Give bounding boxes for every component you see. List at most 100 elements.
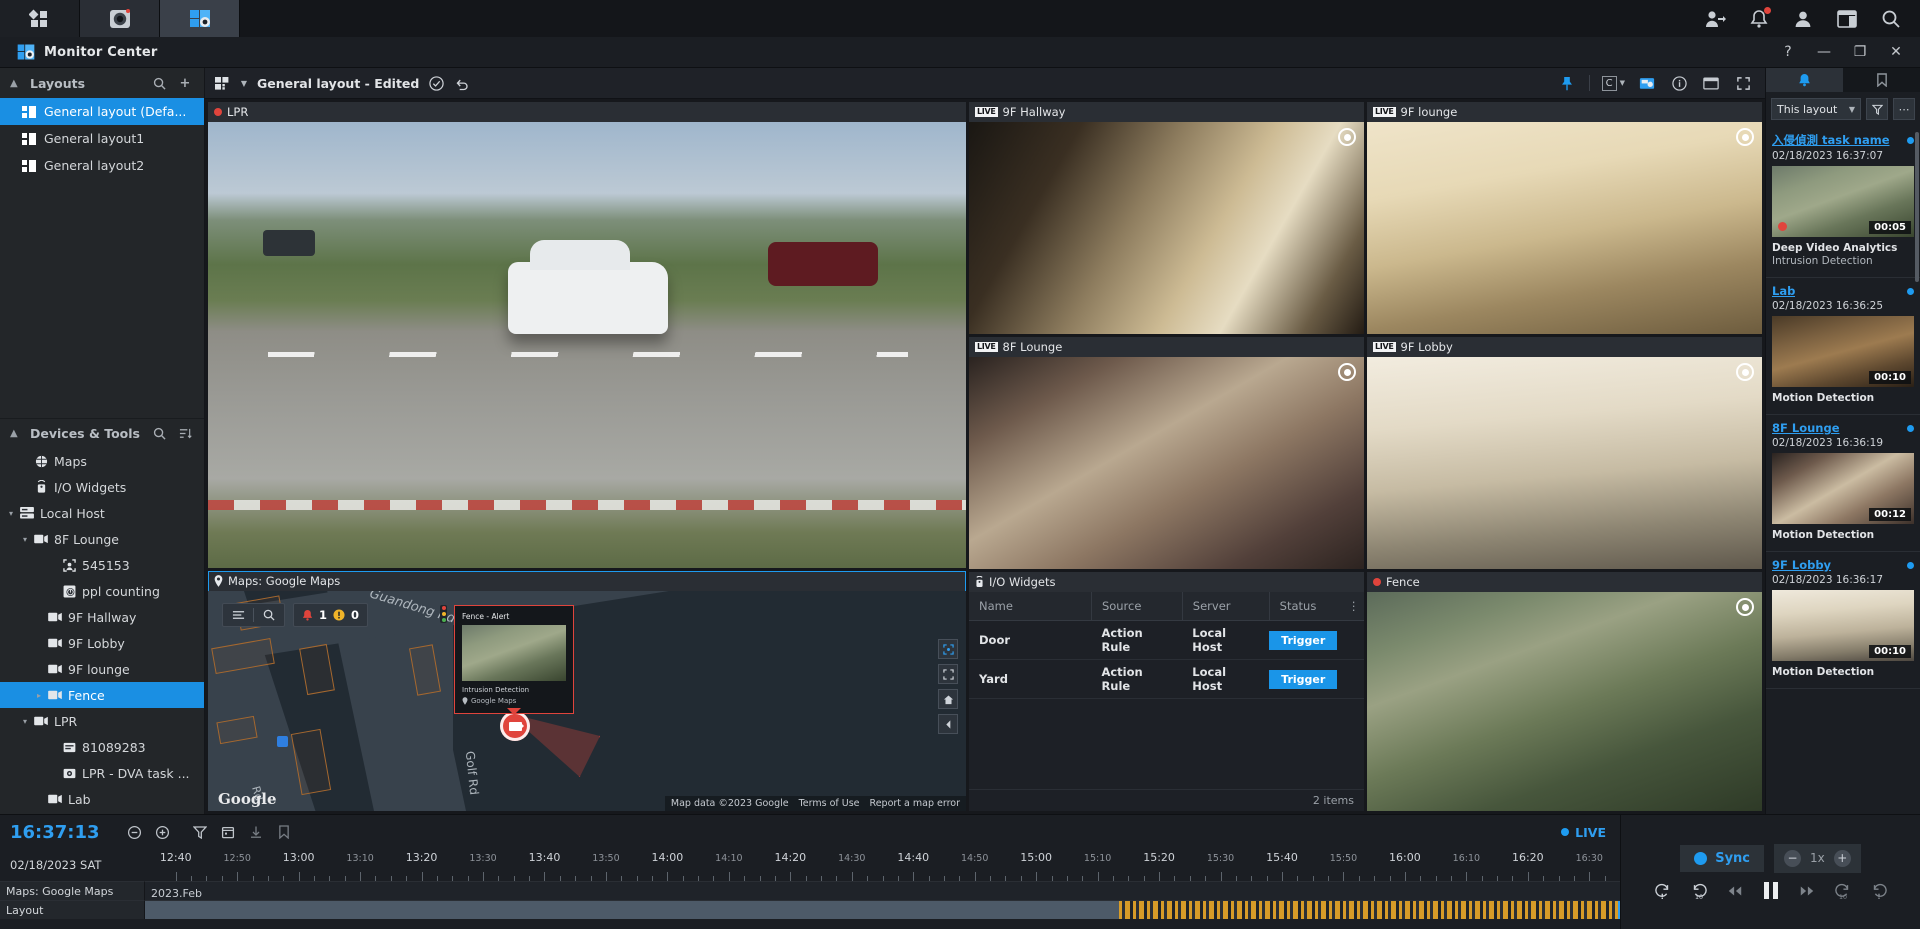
- event-name[interactable]: 入侵偵測 task name: [1772, 132, 1890, 148]
- camera-mode-selector[interactable]: C ▼: [1601, 73, 1625, 93]
- io-column-options-icon[interactable]: ⋮: [1344, 592, 1364, 621]
- prev-event-button[interactable]: [1653, 881, 1673, 901]
- collapse-chevron-icon[interactable]: ▲: [10, 78, 22, 89]
- layout-item-2[interactable]: General layout2: [0, 152, 204, 179]
- map-alert-popup[interactable]: Fence - Alert Intrusion Detection Google…: [454, 605, 574, 715]
- map-select-icon[interactable]: [938, 664, 958, 684]
- google-map[interactable]: Guandong Rd Golf Rd Rd 1 0 Fence - Alert…: [208, 591, 966, 811]
- minimize-button[interactable]: —: [1806, 37, 1842, 67]
- tile-video-9f-lobby[interactable]: [1367, 357, 1762, 569]
- privacy-eye-icon[interactable]: [1338, 128, 1356, 146]
- search-icon[interactable]: [1880, 8, 1902, 30]
- tile-video-fence[interactable]: [1367, 592, 1762, 811]
- tile-8f-lounge[interactable]: LIVE 8F Lounge: [969, 337, 1364, 569]
- events-more-icon[interactable]: ⋯: [1893, 98, 1915, 120]
- tile-fence[interactable]: Fence: [1367, 572, 1762, 811]
- tile-io-widgets[interactable]: I/O Widgets Name Source Server Status ⋮ …: [969, 572, 1364, 811]
- timeline-calendar-icon[interactable]: [214, 820, 242, 844]
- map-search-icon[interactable]: [254, 609, 284, 621]
- io-trigger-button[interactable]: Trigger: [1269, 669, 1338, 689]
- tile-9f-lobby[interactable]: LIVE 9F Lobby: [1367, 337, 1762, 569]
- io-table-row[interactable]: Door Action Rule Local Host Trigger: [969, 620, 1364, 660]
- rewind-button[interactable]: [1725, 881, 1745, 901]
- next-event-button[interactable]: [1869, 881, 1889, 901]
- device-tree-item-6[interactable]: 9F Hallway: [0, 604, 204, 630]
- device-tree-item-11[interactable]: 81089283: [0, 734, 204, 760]
- tile-video-9f-hallway[interactable]: [969, 122, 1364, 334]
- layouts-search-icon[interactable]: [150, 74, 168, 92]
- layout-grid-icon[interactable]: [213, 74, 231, 92]
- event-name[interactable]: Lab: [1772, 284, 1795, 298]
- event-scope-select[interactable]: This layout ▼: [1771, 98, 1861, 120]
- fullscreen-icon[interactable]: [1733, 73, 1753, 93]
- tile-lpr[interactable]: LPR: [208, 102, 966, 568]
- events-filter-icon[interactable]: [1866, 98, 1888, 120]
- tile-9f-hallway[interactable]: LIVE 9F Hallway: [969, 102, 1364, 334]
- camera-app-button[interactable]: [80, 0, 160, 37]
- device-tree-item-12[interactable]: LPR - DVA task ...: [0, 760, 204, 786]
- snapshot-icon[interactable]: [1637, 73, 1657, 93]
- add-layout-icon[interactable]: +: [176, 74, 194, 92]
- device-tree-item-7[interactable]: 9F Lobby: [0, 630, 204, 656]
- live-indicator[interactable]: LIVE: [1561, 825, 1620, 840]
- tile-video-8f-lounge[interactable]: [969, 357, 1364, 569]
- event-name[interactable]: 9F Lobby: [1772, 558, 1831, 572]
- forward-button[interactable]: [1797, 881, 1817, 901]
- device-tree-item-13[interactable]: Lab: [0, 786, 204, 812]
- user-switch-icon[interactable]: [1704, 8, 1726, 30]
- tile-video-9f-lounge[interactable]: [1367, 122, 1762, 334]
- timeline-zoom-out-icon[interactable]: [120, 820, 148, 844]
- info-icon[interactable]: [1669, 73, 1689, 93]
- layout-item-1[interactable]: General layout1: [0, 125, 204, 152]
- io-trigger-button[interactable]: Trigger: [1269, 630, 1338, 650]
- pause-button[interactable]: [1761, 881, 1781, 901]
- event-thumbnail[interactable]: 00:10: [1772, 590, 1914, 661]
- collapse-chevron-icon[interactable]: ▲: [10, 428, 22, 439]
- devices-sort-icon[interactable]: [176, 425, 194, 443]
- timeline-bookmark-icon[interactable]: [270, 820, 298, 844]
- speed-decrease-button[interactable]: −: [1784, 849, 1802, 867]
- terms-of-use-link[interactable]: Terms of Use: [799, 798, 860, 809]
- privacy-eye-icon[interactable]: [1338, 363, 1356, 381]
- tile-video-lpr[interactable]: [208, 122, 966, 568]
- tree-twisty-icon[interactable]: ▾: [4, 509, 18, 518]
- device-tree-item-5[interactable]: ppl counting: [0, 578, 204, 604]
- event-name[interactable]: 8F Lounge: [1772, 421, 1840, 435]
- privacy-eye-icon[interactable]: [1736, 363, 1754, 381]
- timeline-ticks[interactable]: 12:40 12:50 13:00 13:10 13:20 13:30 13:40 13:50…: [145, 849, 1620, 881]
- event-thumbnail[interactable]: 00:10: [1772, 316, 1914, 387]
- popup-thumbnail[interactable]: [462, 625, 566, 681]
- window-icon[interactable]: [1701, 73, 1721, 93]
- privacy-eye-icon[interactable]: [1736, 598, 1754, 616]
- map-collapse-icon[interactable]: [938, 714, 958, 734]
- timeline-export-icon[interactable]: [242, 820, 270, 844]
- map-fit-icon[interactable]: [938, 639, 958, 659]
- maximize-button[interactable]: ❐: [1842, 37, 1878, 67]
- layout-confirm-icon[interactable]: [427, 74, 445, 92]
- layout-undo-icon[interactable]: [453, 74, 471, 92]
- speed-increase-button[interactable]: +: [1833, 849, 1851, 867]
- rewind-10-button[interactable]: 10: [1689, 881, 1709, 901]
- tree-twisty-icon[interactable]: ▾: [18, 535, 32, 544]
- timeline-playhead[interactable]: [1618, 901, 1620, 919]
- apps-launcher-button[interactable]: [0, 0, 80, 37]
- layout-item-0[interactable]: General layout (Defa...: [0, 98, 204, 125]
- event-thumbnail[interactable]: 00:12: [1772, 453, 1914, 524]
- device-tree-item-10[interactable]: ▾ LPR: [0, 708, 204, 734]
- report-error-link[interactable]: Report a map error: [870, 798, 960, 809]
- tab-alerts[interactable]: [1766, 68, 1843, 92]
- io-col-source[interactable]: Source: [1091, 592, 1183, 621]
- io-col-status[interactable]: Status: [1269, 592, 1344, 621]
- monitor-center-app-button[interactable]: [160, 0, 240, 37]
- device-tree-item-0[interactable]: Maps: [0, 448, 204, 474]
- privacy-eye-icon[interactable]: [1736, 128, 1754, 146]
- track-layout[interactable]: [145, 900, 1620, 919]
- events-list[interactable]: 入侵偵測 task name 02/18/2023 16:37:07 00:05 De…: [1766, 126, 1920, 814]
- device-tree-item-2[interactable]: ▾ Local Host: [0, 500, 204, 526]
- device-tree-item-4[interactable]: 545153: [0, 552, 204, 578]
- device-tree-item-1[interactable]: I/O Widgets: [0, 474, 204, 500]
- tile-map[interactable]: Maps: Google Maps Guandong Rd Golf Rd Rd…: [208, 571, 966, 811]
- io-col-server[interactable]: Server: [1182, 592, 1270, 621]
- devices-search-icon[interactable]: [150, 425, 168, 443]
- tab-bookmarks[interactable]: [1843, 68, 1920, 92]
